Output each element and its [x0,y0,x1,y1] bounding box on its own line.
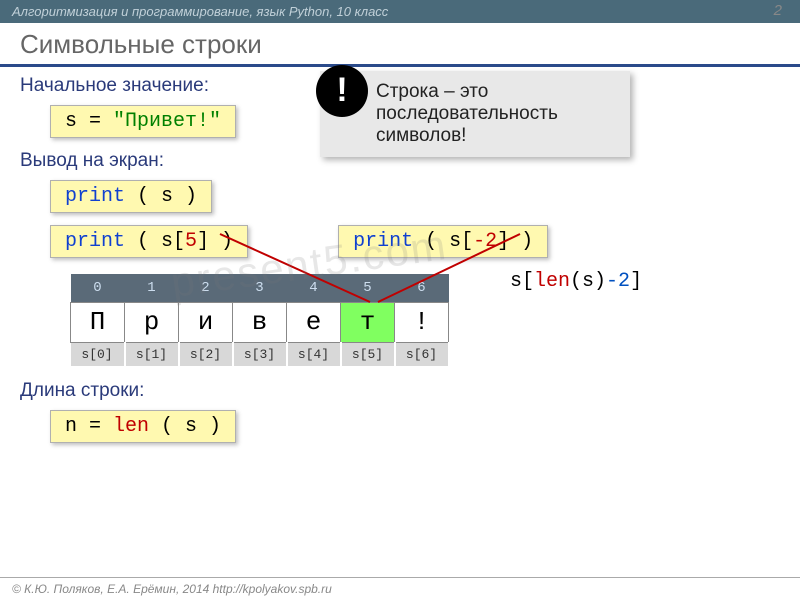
char-cell: р [125,302,179,342]
page-number: 2 [774,2,782,19]
print3-idx: -2 [473,230,497,253]
callout-text: Строка – это последовательность символов… [376,81,558,146]
char-cell: П [71,302,125,342]
index-cell: 1 [125,274,179,302]
index-cell: 2 [179,274,233,302]
page-title: Символьные строки [20,29,780,60]
index-cell: 6 [395,274,449,302]
assign-lhs: s = [65,110,113,133]
index-table: 0123456 Привет! s[0]s[1]s[2]s[3]s[4]s[5]… [70,274,450,366]
slide-header: Алгоритмизация и программирование, язык … [0,0,800,23]
print1-rest: ( s ) [125,185,197,208]
char-cell: в [233,302,287,342]
print3-b: ( s[ [413,230,473,253]
len-expression: s[len(s)-2] [510,270,642,293]
assign-string: "Привет!" [113,110,221,133]
ref-cell: s[6] [395,342,449,366]
index-cell: 3 [233,274,287,302]
kw-print-1: print [65,185,125,208]
print2-c: ] ) [197,230,233,253]
len-rest: ( s ) [149,415,221,438]
kw-print-3: print [353,230,413,253]
code-print-idx5: print ( s[5] ) [50,225,248,258]
code-print-neg2: print ( s[-2] ) [338,225,548,258]
footer: © К.Ю. Поляков, Е.А. Ерёмин, 2014 http:/… [0,577,800,600]
index-cell: 0 [71,274,125,302]
exclamation-icon: ! [316,65,368,117]
ref-cell: s[0] [71,342,125,366]
char-cell: е [287,302,341,342]
len-kw: len [113,415,149,438]
code-print-s: print ( s ) [50,180,212,213]
ref-cell: s[2] [179,342,233,366]
print3-c: ] ) [497,230,533,253]
print2-idx: 5 [185,230,197,253]
print2-b: ( s[ [125,230,185,253]
title-block: Символьные строки [0,23,800,67]
kw-print-2: print [65,230,125,253]
index-cell: 5 [341,274,395,302]
string-table: s[len(s)-2] 0123456 Привет! s[0]s[1]s[2]… [70,274,780,366]
content-area: Начальное значение: ! Строка – это после… [0,75,800,449]
char-cell: т [341,302,395,342]
index-cell: 4 [287,274,341,302]
len-lhs: n = [65,415,113,438]
code-assign: s = "Привет!" [50,105,236,138]
breadcrumb-text: Алгоритмизация и программирование, язык … [12,4,388,19]
ref-cell: s[3] [233,342,287,366]
char-cell: ! [395,302,449,342]
ref-cell: s[5] [341,342,395,366]
code-len: n = len ( s ) [50,410,236,443]
char-cell: и [179,302,233,342]
ref-cell: s[4] [287,342,341,366]
label-length: Длина строки: [20,380,780,402]
callout-box: ! Строка – это последовательность символ… [320,71,630,157]
ref-cell: s[1] [125,342,179,366]
